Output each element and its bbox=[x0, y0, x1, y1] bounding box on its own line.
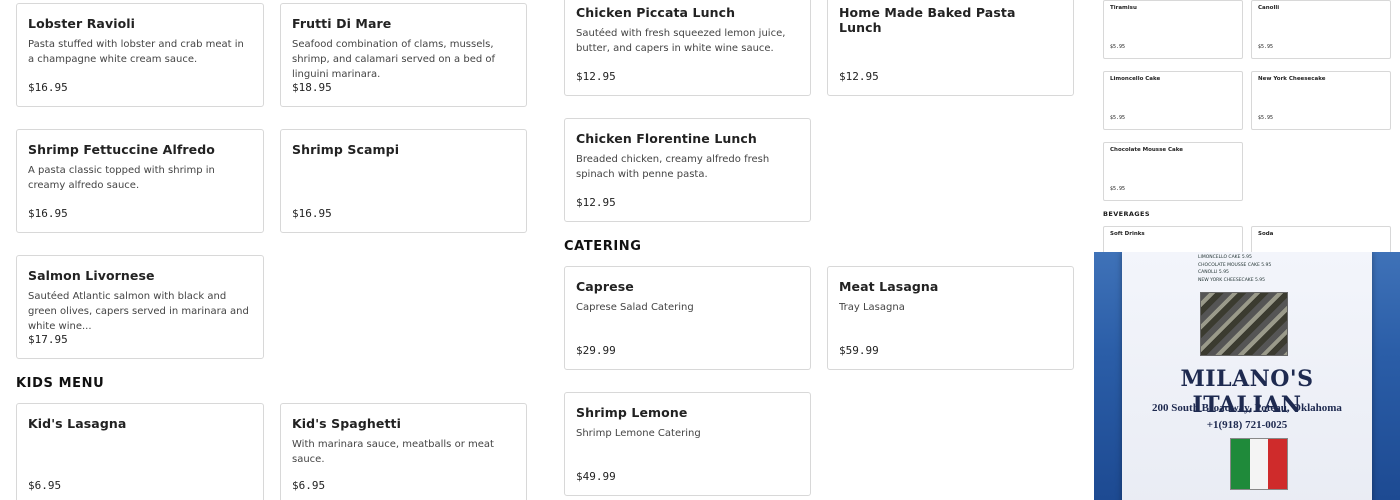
item-description: Sautéed Atlantic salmon with black and g… bbox=[28, 291, 249, 332]
item-name: Caprese bbox=[576, 279, 634, 294]
photo-dessert-list: LIMONCELLO CAKE 5.95 CHOCOLATE MOUSSE CA… bbox=[1198, 254, 1271, 284]
menu-item-card[interactable]: Lobster Ravioli Pasta stuffed with lobst… bbox=[16, 3, 264, 107]
flag-stripe bbox=[1249, 439, 1269, 489]
item-price: $17.95 bbox=[28, 333, 68, 346]
photo-list-line: CHOCOLATE MOUSSE CAKE 5.95 bbox=[1198, 262, 1272, 268]
menu-item-card[interactable]: Frutti Di Mare Seafood combination of cl… bbox=[280, 3, 527, 107]
flag-stripe bbox=[1268, 439, 1288, 489]
food-photo-image bbox=[1200, 292, 1288, 356]
mini-item-name: Chocolate Mousse Cake bbox=[1110, 147, 1183, 153]
menu-item-card[interactable]: Salmon Livornese Sautéed Atlantic salmon… bbox=[16, 255, 264, 359]
item-price: $29.99 bbox=[576, 344, 616, 357]
menu-item-card[interactable]: Caprese Caprese Salad Catering $29.99 bbox=[564, 266, 811, 370]
item-price: $18.95 bbox=[292, 81, 332, 94]
mini-item-price: $5.95 bbox=[1258, 115, 1274, 121]
mini-item-card[interactable]: New York Cheesecake $5.95 bbox=[1251, 71, 1391, 130]
menu-paper: LIMONCELLO CAKE 5.95 CHOCOLATE MOUSSE CA… bbox=[1122, 252, 1372, 500]
item-name: Salmon Livornese bbox=[28, 268, 155, 283]
item-description: With marinara sauce, meatballs or meat s… bbox=[292, 439, 494, 465]
item-description: Caprese Salad Catering bbox=[576, 302, 694, 313]
item-price: $59.99 bbox=[839, 344, 879, 357]
item-price: $16.95 bbox=[28, 81, 68, 94]
italian-flag-icon bbox=[1230, 438, 1288, 490]
menu-item-card[interactable]: Home Made Baked Pasta Lunch $12.95 bbox=[827, 0, 1074, 96]
photo-list-line: CANOLLI 5.95 bbox=[1198, 270, 1229, 275]
item-price: $49.99 bbox=[576, 470, 616, 483]
mini-item-name: Soda bbox=[1258, 231, 1274, 237]
section-title-catering: CATERING bbox=[564, 239, 642, 254]
item-price: $16.95 bbox=[28, 207, 68, 220]
item-price: $6.95 bbox=[292, 479, 326, 492]
mini-menu-panel: Tiramisu $5.95 Canolli $5.95 Limoncello … bbox=[1094, 0, 1400, 500]
item-name: Shrimp Fettuccine Alfredo bbox=[28, 142, 215, 157]
mini-item-card[interactable]: Tiramisu $5.95 bbox=[1103, 0, 1243, 59]
restaurant-phone: +1(918) 721-0025 bbox=[1206, 419, 1288, 431]
menu-item-card[interactable]: Shrimp Fettuccine Alfredo A pasta classi… bbox=[16, 129, 264, 233]
mini-item-price: $5.95 bbox=[1258, 44, 1274, 50]
item-description: Shrimp Lemone Catering bbox=[576, 428, 701, 439]
item-name: Frutti Di Mare bbox=[292, 16, 392, 31]
flag-stripe bbox=[1231, 439, 1250, 489]
item-name: Chicken Florentine Lunch bbox=[576, 131, 757, 146]
item-description: Breaded chicken, creamy alfredo fresh sp… bbox=[576, 154, 770, 180]
menu-item-card[interactable]: Meat Lasagna Tray Lasagna $59.99 bbox=[827, 266, 1074, 370]
menu-item-card[interactable]: Shrimp Scampi $16.95 bbox=[280, 129, 527, 233]
mini-item-price: $5.95 bbox=[1110, 186, 1126, 192]
item-price: $6.95 bbox=[28, 479, 62, 492]
item-price: $12.95 bbox=[839, 70, 879, 83]
menu-item-card[interactable]: Kid's Lasagna $6.95 bbox=[16, 403, 264, 500]
item-price: $12.95 bbox=[576, 70, 616, 83]
menu-item-card[interactable]: Chicken Florentine Lunch Breaded chicken… bbox=[564, 118, 811, 222]
mini-item-name: Limoncello Cake bbox=[1110, 76, 1161, 82]
item-price: $12.95 bbox=[576, 196, 616, 209]
restaurant-menu-photo: LIMONCELLO CAKE 5.95 CHOCOLATE MOUSSE CA… bbox=[1094, 252, 1400, 500]
item-name: Shrimp Lemone bbox=[576, 405, 688, 420]
item-description: Seafood combination of clams, mussels, s… bbox=[292, 39, 496, 80]
mini-item-price: $5.95 bbox=[1110, 115, 1126, 121]
mini-item-name: Tiramisu bbox=[1110, 5, 1137, 11]
mini-item-card[interactable]: Canolli $5.95 bbox=[1251, 0, 1391, 59]
mini-item-card[interactable]: Chocolate Mousse Cake $5.95 bbox=[1103, 142, 1243, 201]
item-name: Kid's Lasagna bbox=[28, 416, 127, 431]
section-title-beverages: BEVERAGES bbox=[1103, 210, 1150, 218]
photo-list-line: LIMONCELLO CAKE 5.95 bbox=[1198, 255, 1252, 260]
mini-item-card[interactable]: Limoncello Cake $5.95 bbox=[1103, 71, 1243, 130]
mini-item-name: Soft Drinks bbox=[1110, 231, 1145, 237]
mini-item-name: New York Cheesecake bbox=[1258, 76, 1326, 82]
menu-item-card[interactable]: Chicken Piccata Lunch Sautéed with fresh… bbox=[564, 0, 811, 96]
menu-item-card[interactable]: Kid's Spaghetti With marinara sauce, mea… bbox=[280, 403, 527, 500]
item-description: Sautéed with fresh squeezed lemon juice,… bbox=[576, 28, 786, 54]
item-name: Chicken Piccata Lunch bbox=[576, 5, 736, 20]
item-name: Kid's Spaghetti bbox=[292, 416, 401, 431]
mini-item-price: $5.95 bbox=[1110, 44, 1126, 50]
item-name: Meat Lasagna bbox=[839, 279, 939, 294]
item-name: Lobster Ravioli bbox=[28, 16, 136, 31]
item-name: Home Made Baked Pasta Lunch bbox=[839, 5, 1016, 35]
item-description: Tray Lasagna bbox=[839, 302, 905, 313]
photo-list-line: NEW YORK CHEESECAKE 5.95 bbox=[1198, 277, 1266, 283]
section-title-kids: KIDS MENU bbox=[16, 376, 105, 391]
restaurant-address: 200 South Broadway, Poteau, Oklahoma bbox=[1152, 402, 1342, 414]
item-description: Pasta stuffed with lobster and crab meat… bbox=[28, 39, 244, 65]
mini-item-name: Canolli bbox=[1258, 5, 1280, 11]
menu-item-card[interactable]: Shrimp Lemone Shrimp Lemone Catering $49… bbox=[564, 392, 811, 496]
item-price: $16.95 bbox=[292, 207, 332, 220]
item-description: A pasta classic topped with shrimp in cr… bbox=[28, 165, 215, 191]
item-name: Shrimp Scampi bbox=[292, 142, 400, 157]
